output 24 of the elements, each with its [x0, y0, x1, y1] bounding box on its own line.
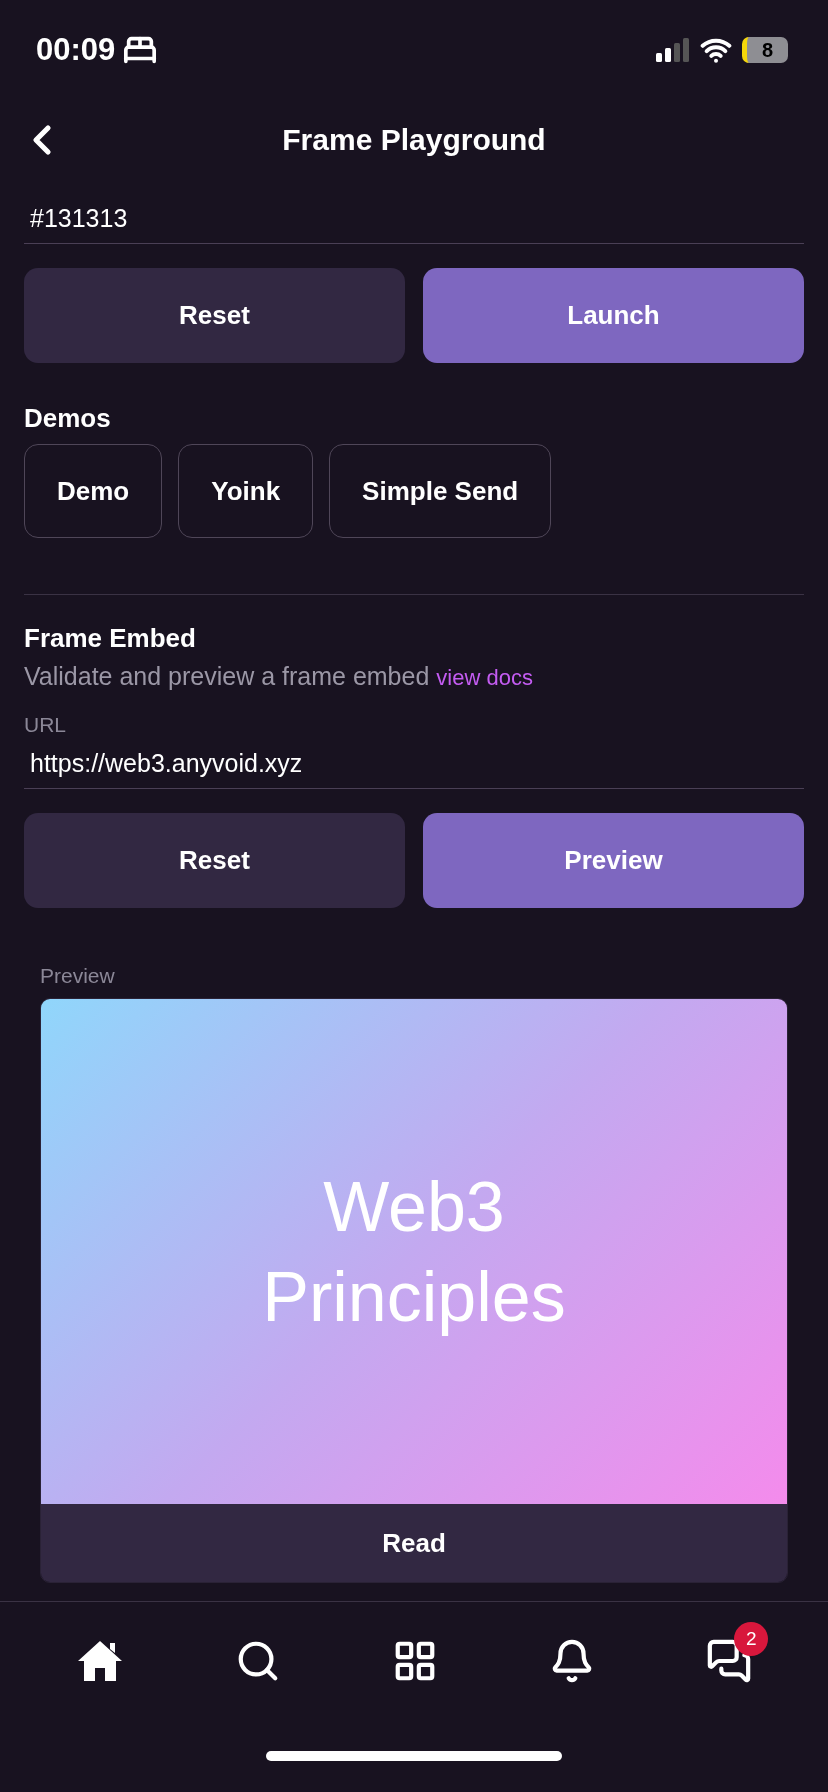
image-caption: Principles — [262, 1256, 566, 1338]
read-button[interactable]: Read — [41, 1504, 787, 1582]
docs-link[interactable]: view docs — [436, 665, 533, 690]
page-title: Frame Playground — [282, 123, 546, 157]
section-description: Validate and preview a frame embed view docs — [24, 662, 534, 691]
reset-button[interactable]: Reset — [24, 268, 405, 363]
field-label: URL — [24, 713, 67, 737]
notification-badge: 2 — [734, 1622, 769, 1656]
demo-button[interactable]: Demo — [24, 444, 163, 538]
url-field[interactable]: https://web3.anyvoid.xyz — [24, 737, 804, 789]
color-field[interactable]: #131313 — [24, 192, 804, 244]
tab-bar-item[interactable]: 2 — [686, 1618, 773, 1704]
demo-button[interactable]: Simple Send — [329, 444, 552, 538]
preview-button[interactable]: Preview — [423, 813, 804, 908]
reset-button[interactable]: Reset — [24, 813, 405, 908]
demo-button[interactable]: Yoink — [178, 444, 314, 538]
launch-button[interactable]: Launch — [423, 268, 804, 363]
section-title: Demos — [24, 403, 112, 434]
section-title: Frame Embed — [24, 623, 197, 654]
signal-icon — [656, 38, 690, 62]
battery-icon: 8 — [742, 37, 788, 63]
status-time: 00:09 — [36, 32, 116, 68]
image-caption: Web3 — [323, 1166, 505, 1248]
preview-label: Preview — [40, 964, 116, 988]
